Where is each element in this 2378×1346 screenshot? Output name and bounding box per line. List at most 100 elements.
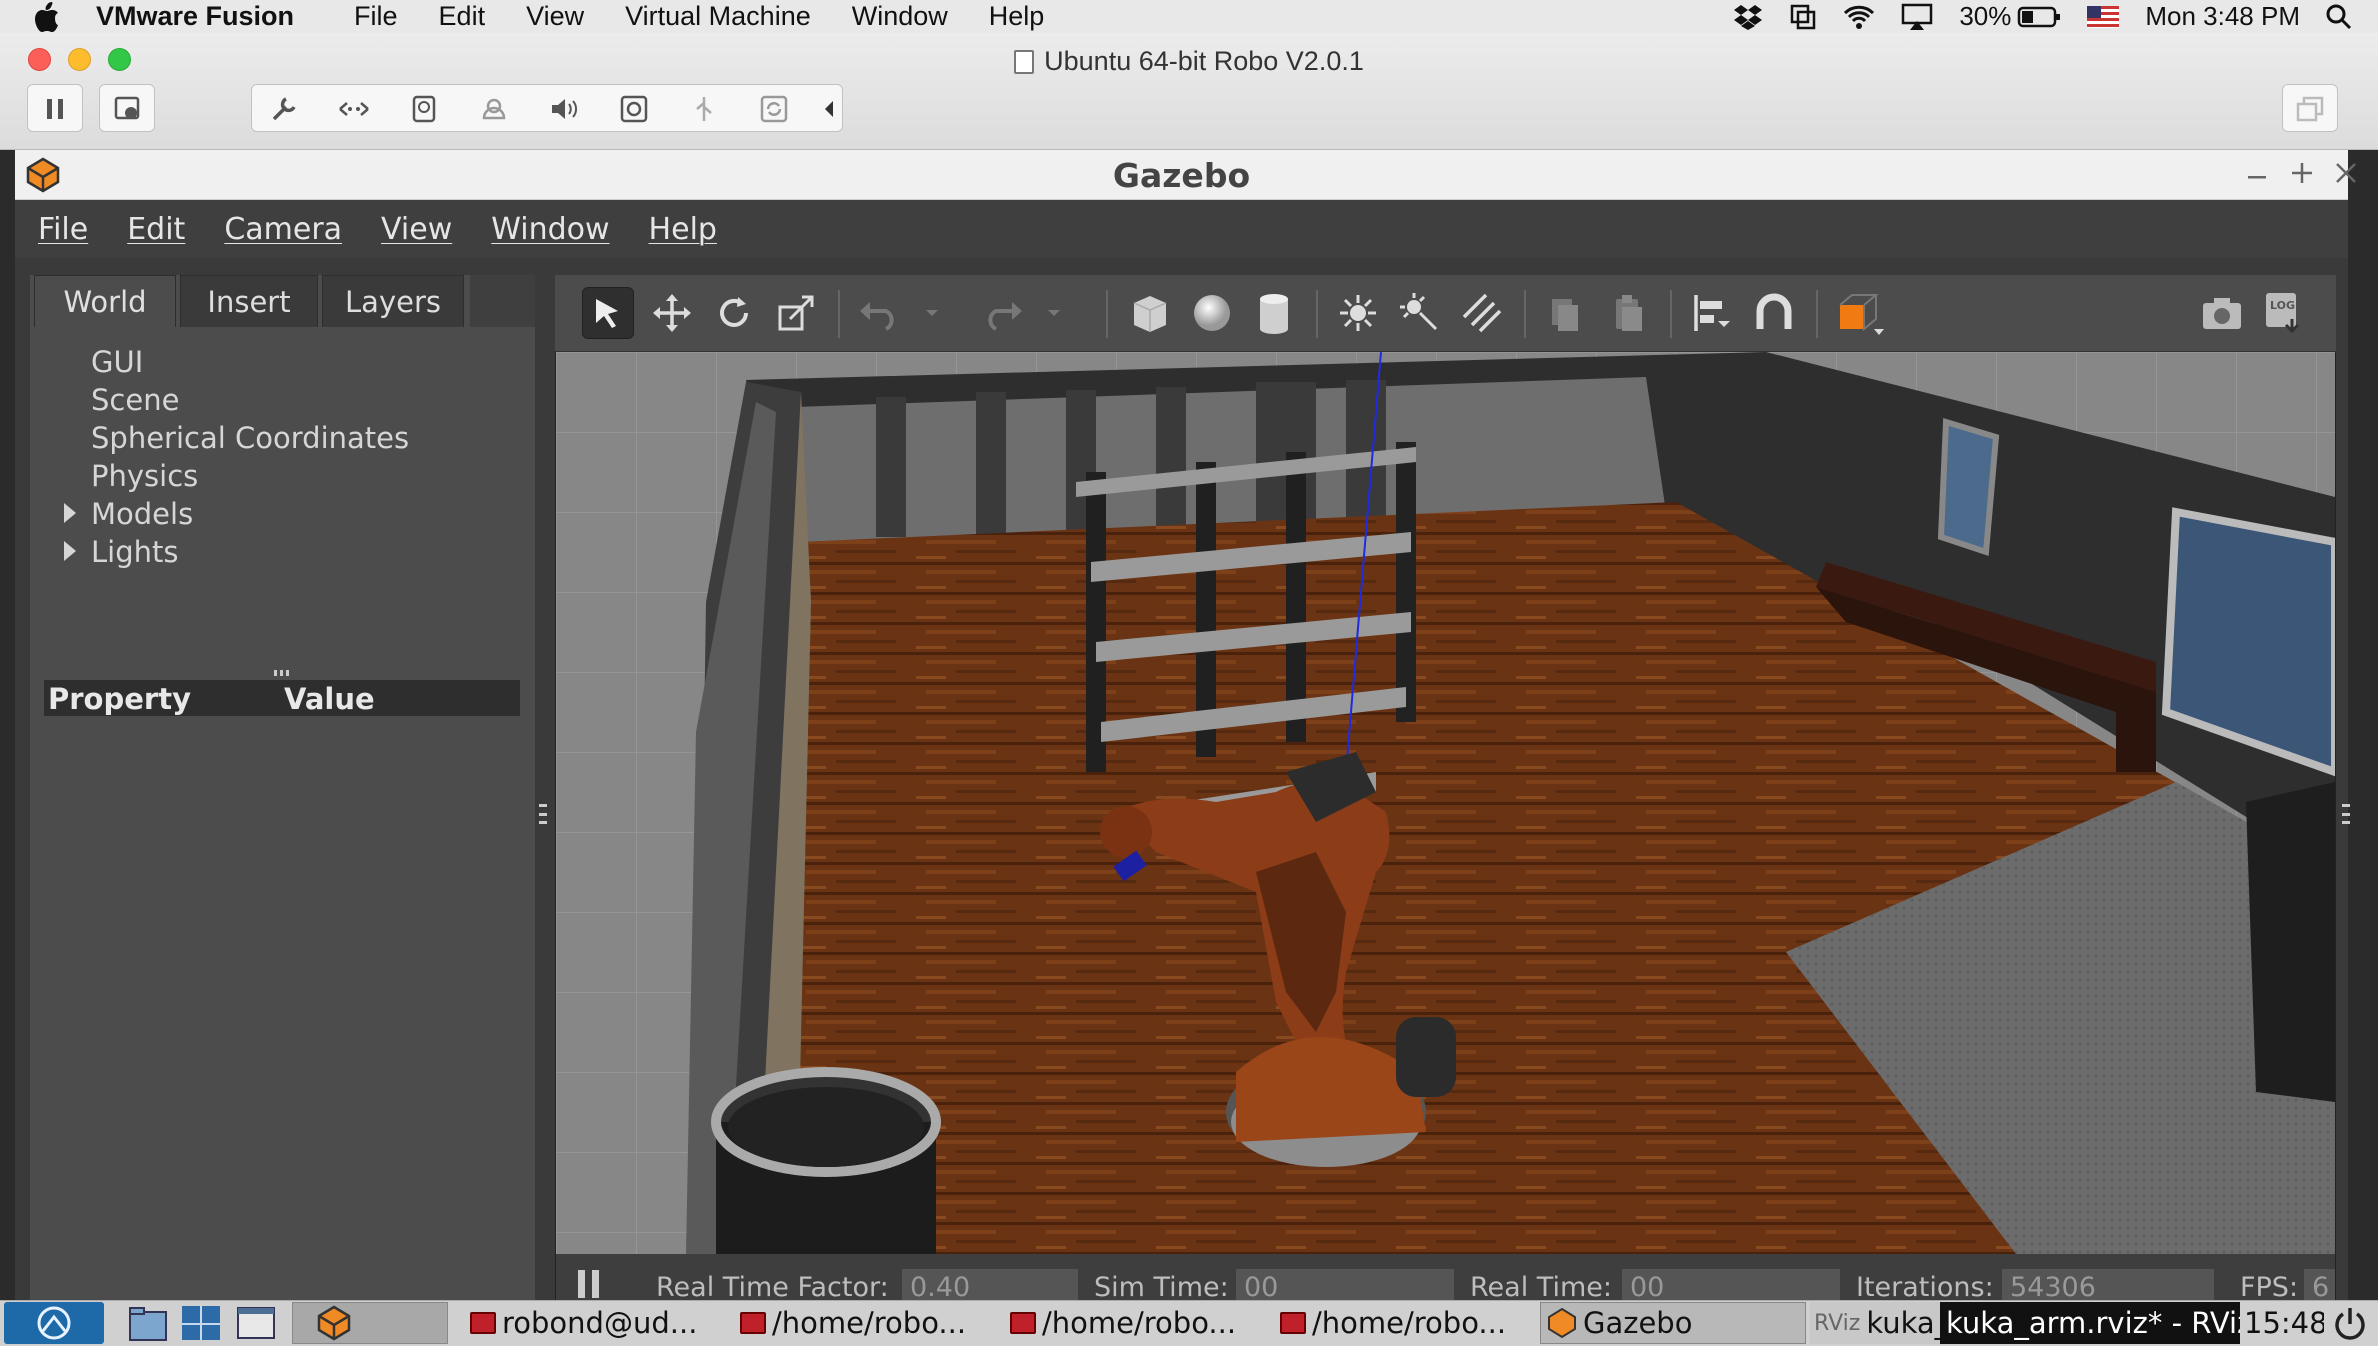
task-terminal-2[interactable]: /home/robo... bbox=[740, 1302, 990, 1344]
log-icon: LOG bbox=[2266, 293, 2300, 334]
screenshot-button[interactable] bbox=[2196, 287, 2248, 339]
gz-menu-file[interactable]: File bbox=[38, 212, 88, 247]
camera-device-icon[interactable] bbox=[477, 92, 511, 126]
tree-item-lights[interactable]: Lights bbox=[91, 535, 178, 569]
tree-item-gui[interactable]: GUI bbox=[91, 345, 143, 379]
chevron-down-icon bbox=[1048, 310, 1060, 316]
spotlight-search-icon[interactable] bbox=[2326, 4, 2352, 30]
mac-menu-file[interactable]: File bbox=[354, 1, 398, 32]
chevron-left-icon[interactable] bbox=[812, 92, 846, 126]
tree-item-spherical-coordinates[interactable]: Spherical Coordinates bbox=[91, 421, 409, 455]
refresh-icon[interactable] bbox=[757, 92, 791, 126]
align-button[interactable] bbox=[1686, 287, 1738, 339]
task-terminal-1[interactable]: robond@ud... bbox=[470, 1302, 720, 1344]
task-rviz-active[interactable]: kuka_arm.rviz* - RViz bbox=[1940, 1302, 2240, 1344]
cdrom-icon[interactable] bbox=[617, 92, 651, 126]
insert-sphere-button[interactable] bbox=[1186, 287, 1238, 339]
mac-menu-bar: VMware Fusion File Edit View Virtual Mac… bbox=[0, 0, 2378, 33]
paste-button[interactable] bbox=[1602, 287, 1654, 339]
task-gazebo-launcher[interactable] bbox=[292, 1302, 448, 1344]
log-button[interactable]: LOG bbox=[2258, 287, 2310, 339]
copy-button[interactable] bbox=[1540, 287, 1592, 339]
redo-button[interactable] bbox=[976, 287, 1028, 339]
power-icon[interactable] bbox=[2332, 1306, 2368, 1346]
wrench-icon[interactable] bbox=[267, 92, 301, 126]
directional-light-button[interactable] bbox=[1456, 287, 1508, 339]
sound-icon[interactable] bbox=[547, 92, 581, 126]
network-icon[interactable] bbox=[337, 92, 371, 126]
toolbar-separator bbox=[1524, 290, 1526, 338]
file-manager-icon[interactable] bbox=[128, 1304, 168, 1346]
3d-scene-viewport[interactable] bbox=[556, 352, 2335, 1254]
gz-menu-window[interactable]: Window bbox=[491, 212, 609, 247]
scale-mode-button[interactable] bbox=[770, 287, 822, 339]
task-rviz-1[interactable]: RVizkuka_ bbox=[1810, 1302, 1940, 1344]
task-terminal-4[interactable]: /home/robo... bbox=[1280, 1302, 1530, 1344]
gz-close-icon[interactable] bbox=[2334, 160, 2358, 190]
mac-status-area: 30% Mon 3:48 PM bbox=[1733, 0, 2378, 33]
point-light-button[interactable] bbox=[1332, 287, 1384, 339]
real-time-label: Real Time: bbox=[1470, 1272, 1612, 1303]
value-column-header[interactable]: Value bbox=[284, 682, 375, 716]
rotate-mode-button[interactable] bbox=[708, 287, 760, 339]
translate-mode-button[interactable] bbox=[646, 287, 698, 339]
mac-menu-help[interactable]: Help bbox=[989, 1, 1045, 32]
sim-time-value: 00 00:18:53.973 bbox=[1236, 1269, 1454, 1334]
mac-menu-window[interactable]: Window bbox=[852, 1, 948, 32]
vmware-status-icon[interactable] bbox=[1789, 3, 1817, 31]
mac-clock[interactable]: Mon 3:48 PM bbox=[2145, 1, 2300, 32]
insert-box-button[interactable] bbox=[1124, 287, 1176, 339]
taskbar-clock[interactable]: 15:48 bbox=[2244, 1302, 2324, 1344]
panel-splitter-handle[interactable] bbox=[274, 670, 290, 676]
spotlight-icon bbox=[1400, 293, 1438, 331]
spot-light-button[interactable] bbox=[1394, 287, 1446, 339]
app-name[interactable]: VMware Fusion bbox=[96, 1, 294, 32]
undo-button[interactable] bbox=[854, 287, 906, 339]
gazebo-logo-icon bbox=[317, 1305, 351, 1341]
tab-insert[interactable]: Insert bbox=[180, 275, 318, 327]
snap-button[interactable] bbox=[1748, 287, 1800, 339]
gz-menu-help[interactable]: Help bbox=[649, 212, 717, 247]
airplay-icon[interactable] bbox=[1901, 3, 1933, 31]
insert-cylinder-button[interactable] bbox=[1248, 287, 1300, 339]
gz-menu-camera[interactable]: Camera bbox=[224, 212, 342, 247]
battery-icon[interactable] bbox=[2017, 5, 2061, 29]
sphere-shape-icon bbox=[1194, 295, 1230, 331]
gz-minimize-icon[interactable] bbox=[2246, 160, 2268, 198]
redo-history-button[interactable] bbox=[1040, 287, 1068, 339]
mac-menu-virtual-machine[interactable]: Virtual Machine bbox=[625, 1, 811, 32]
usb-icon[interactable] bbox=[687, 92, 721, 126]
expand-arrow-icon[interactable] bbox=[64, 541, 76, 561]
apple-menu-icon[interactable] bbox=[26, 1, 68, 32]
us-flag-icon[interactable] bbox=[2087, 5, 2120, 28]
show-desktop-icon[interactable] bbox=[236, 1304, 276, 1346]
task-terminal-3[interactable]: /home/robo... bbox=[1010, 1302, 1260, 1344]
disk-icon[interactable] bbox=[407, 92, 441, 126]
view-angle-button[interactable] bbox=[1834, 287, 1886, 339]
gz-menu-edit[interactable]: Edit bbox=[127, 212, 185, 247]
pause-icon bbox=[38, 92, 72, 126]
tab-world[interactable]: World bbox=[34, 275, 176, 327]
mac-menu-view[interactable]: View bbox=[526, 1, 584, 32]
tree-item-scene[interactable]: Scene bbox=[91, 383, 179, 417]
left-splitter-handle[interactable] bbox=[539, 804, 547, 824]
toolbar-separator bbox=[1816, 290, 1818, 338]
start-menu-button[interactable] bbox=[4, 1302, 104, 1344]
tab-layers[interactable]: Layers bbox=[322, 275, 464, 327]
tree-item-models[interactable]: Models bbox=[91, 497, 193, 531]
select-mode-button[interactable] bbox=[582, 287, 634, 339]
property-column-header[interactable]: Property bbox=[48, 682, 191, 716]
tree-item-physics[interactable]: Physics bbox=[91, 459, 198, 493]
iterations-label: Iterations: bbox=[1856, 1272, 1994, 1303]
expand-arrow-icon[interactable] bbox=[64, 503, 76, 523]
task-gazebo[interactable]: Gazebo bbox=[1540, 1302, 1806, 1344]
chevron-down-icon bbox=[926, 310, 938, 316]
mac-menu-edit[interactable]: Edit bbox=[439, 1, 486, 32]
desktop-switcher-icon[interactable] bbox=[180, 1304, 222, 1346]
right-splitter-handle[interactable] bbox=[2342, 804, 2350, 824]
dropbox-icon[interactable] bbox=[1733, 4, 1763, 30]
gz-maximize-icon[interactable] bbox=[2290, 160, 2314, 190]
undo-history-button[interactable] bbox=[918, 287, 946, 339]
wifi-icon[interactable] bbox=[1843, 4, 1875, 30]
gz-menu-view[interactable]: View bbox=[381, 212, 452, 247]
